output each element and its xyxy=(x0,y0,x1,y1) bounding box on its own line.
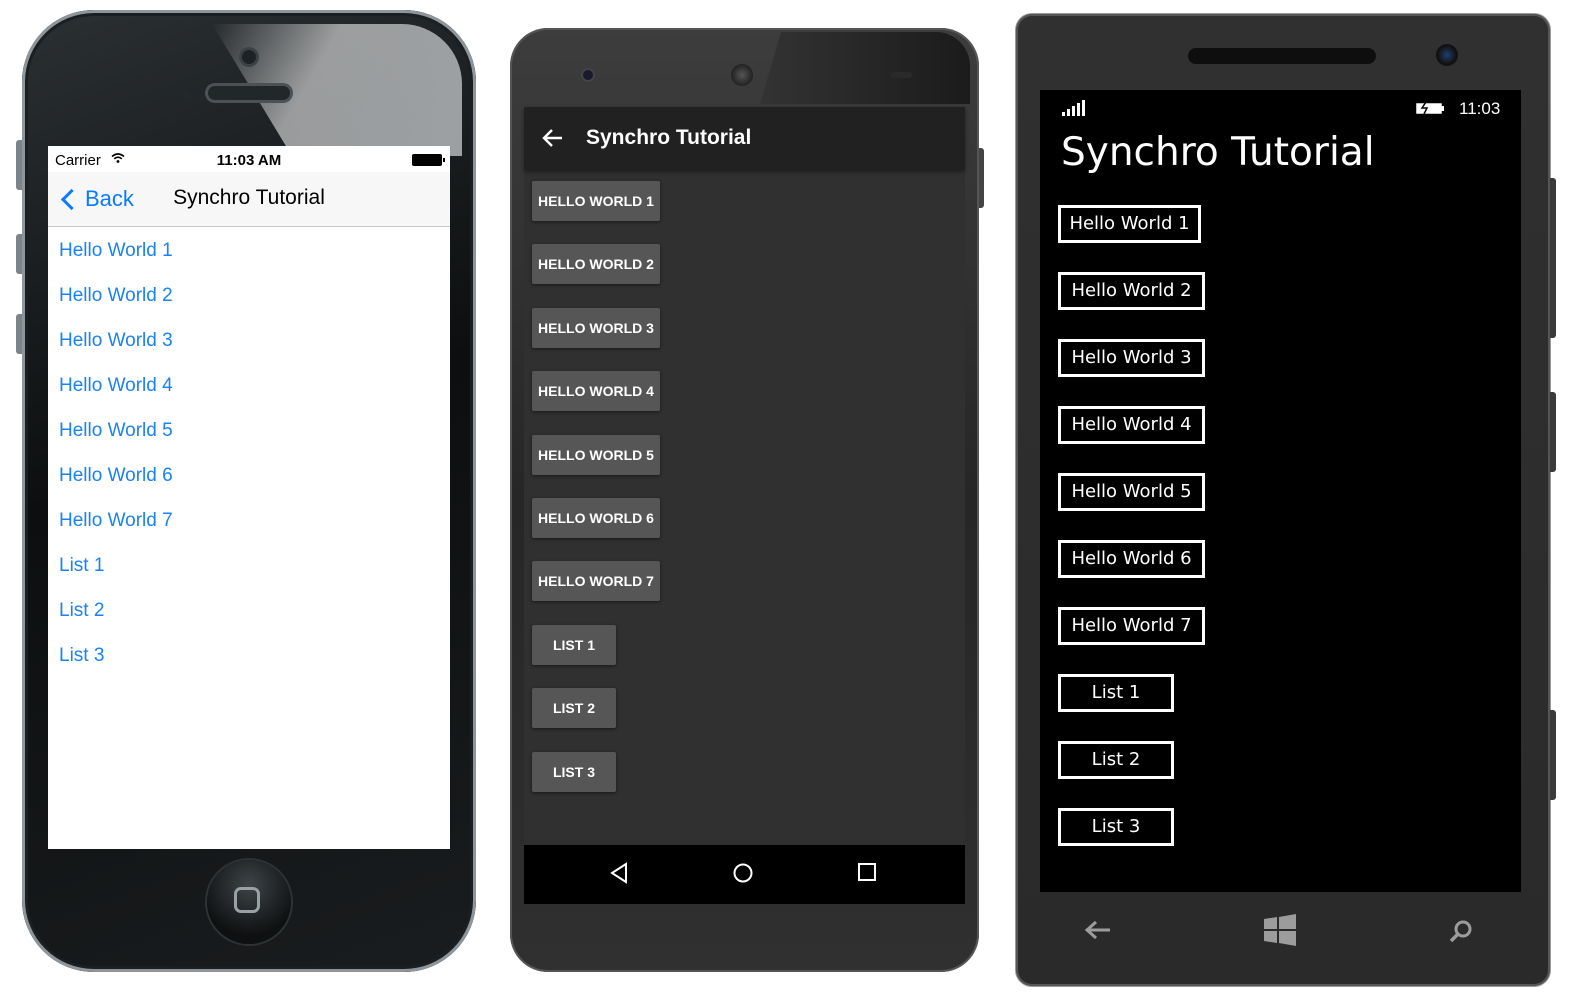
battery-charging-icon xyxy=(1416,102,1444,114)
ios-screen: Carrier 11:03 AM Back Synchro Tutorial H… xyxy=(48,146,450,849)
battery-icon xyxy=(412,154,445,166)
windows-phone-screen: 11:03 Synchro Tutorial Hello World 1 Hel… xyxy=(1040,90,1521,892)
button-hello-world-2[interactable]: HELLO WORLD 2 xyxy=(532,244,660,285)
earpiece-speaker xyxy=(731,64,753,86)
link-hello-world-6[interactable]: Hello World 6 xyxy=(48,453,450,498)
button-list-3[interactable]: List 3 xyxy=(1058,808,1174,846)
recents-square-icon[interactable] xyxy=(857,862,877,882)
button-hello-world-1[interactable]: Hello World 1 xyxy=(1058,205,1201,243)
button-hello-world-3[interactable]: HELLO WORLD 3 xyxy=(532,307,660,348)
page-title: Synchro Tutorial xyxy=(586,126,752,149)
front-camera-icon xyxy=(1436,44,1458,66)
button-list-2[interactable]: List 2 xyxy=(1058,741,1174,779)
power-button xyxy=(979,148,984,208)
button-hello-world-6[interactable]: Hello World 6 xyxy=(1058,540,1205,578)
volume-down-button xyxy=(16,314,22,354)
power-button xyxy=(1550,392,1556,472)
home-circle-icon[interactable] xyxy=(732,862,754,884)
button-hello-world-3[interactable]: Hello World 3 xyxy=(1058,339,1205,377)
button-hello-world-2[interactable]: Hello World 2 xyxy=(1058,272,1205,310)
button-hello-world-5[interactable]: HELLO WORLD 5 xyxy=(532,434,660,475)
ios-navigation-bar: Back Synchro Tutorial xyxy=(48,172,450,227)
button-hello-world-1[interactable]: HELLO WORLD 1 xyxy=(532,181,660,221)
android-screen: Synchro Tutorial HELLO WORLD 1 HELLO WOR… xyxy=(524,107,965,904)
page-title: Synchro Tutorial xyxy=(1061,130,1375,175)
link-hello-world-5[interactable]: Hello World 5 xyxy=(48,408,450,453)
button-list-2[interactable]: LIST 2 xyxy=(532,688,616,729)
proximity-sensor xyxy=(890,72,912,78)
status-time: 11:03 AM xyxy=(216,152,282,169)
button-hello-world-4[interactable]: Hello World 4 xyxy=(1058,406,1205,444)
button-hello-world-4[interactable]: HELLO WORLD 4 xyxy=(532,371,660,412)
link-list-1[interactable]: List 1 xyxy=(48,543,450,588)
button-list-1[interactable]: LIST 1 xyxy=(532,624,616,665)
volume-up-button xyxy=(16,234,22,274)
link-hello-world-7[interactable]: Hello World 7 xyxy=(48,498,450,543)
android-button-list: HELLO WORLD 1 HELLO WORLD 2 HELLO WORLD … xyxy=(532,181,660,815)
earpiece-speaker xyxy=(1188,48,1376,64)
volume-button xyxy=(1550,178,1556,338)
android-toolbar: Synchro Tutorial xyxy=(524,107,965,170)
button-list-1[interactable]: List 1 xyxy=(1058,674,1174,712)
back-arrow-icon[interactable] xyxy=(1084,919,1112,941)
mute-switch xyxy=(16,140,22,190)
home-button[interactable] xyxy=(207,860,291,944)
home-square-icon xyxy=(234,887,260,913)
button-hello-world-5[interactable]: Hello World 5 xyxy=(1058,473,1205,511)
link-list-3[interactable]: List 3 xyxy=(48,633,450,678)
camera-button xyxy=(1550,710,1556,800)
button-hello-world-7[interactable]: Hello World 7 xyxy=(1058,607,1205,645)
link-hello-world-2[interactable]: Hello World 2 xyxy=(48,273,450,318)
android-nav-bar xyxy=(524,845,965,904)
proximity-sensor xyxy=(182,90,192,100)
button-hello-world-7[interactable]: HELLO WORLD 7 xyxy=(532,561,660,602)
windows-logo-icon[interactable] xyxy=(1263,914,1297,946)
page-title: Synchro Tutorial xyxy=(173,186,325,209)
search-icon[interactable] xyxy=(1448,920,1474,944)
back-triangle-icon[interactable] xyxy=(609,862,629,884)
front-camera-icon xyxy=(583,70,593,80)
status-time: 11:03 xyxy=(1459,99,1501,118)
ios-link-list: Hello World 1 Hello World 2 Hello World … xyxy=(48,228,450,678)
device-glare xyxy=(760,32,970,104)
link-hello-world-1[interactable]: Hello World 1 xyxy=(48,228,450,273)
arrow-left-icon[interactable] xyxy=(542,127,564,149)
link-hello-world-3[interactable]: Hello World 3 xyxy=(48,318,450,363)
button-list-3[interactable]: LIST 3 xyxy=(532,751,616,792)
button-hello-world-6[interactable]: HELLO WORLD 6 xyxy=(532,497,660,538)
earpiece-speaker xyxy=(208,86,290,100)
link-list-2[interactable]: List 2 xyxy=(48,588,450,633)
windows-button-list: Hello World 1 Hello World 2 Hello World … xyxy=(1058,205,1205,875)
front-camera-icon xyxy=(242,50,256,64)
signal-strength-icon xyxy=(1062,100,1085,116)
link-hello-world-4[interactable]: Hello World 4 xyxy=(48,363,450,408)
ios-status-bar: Carrier 11:03 AM xyxy=(48,146,450,172)
